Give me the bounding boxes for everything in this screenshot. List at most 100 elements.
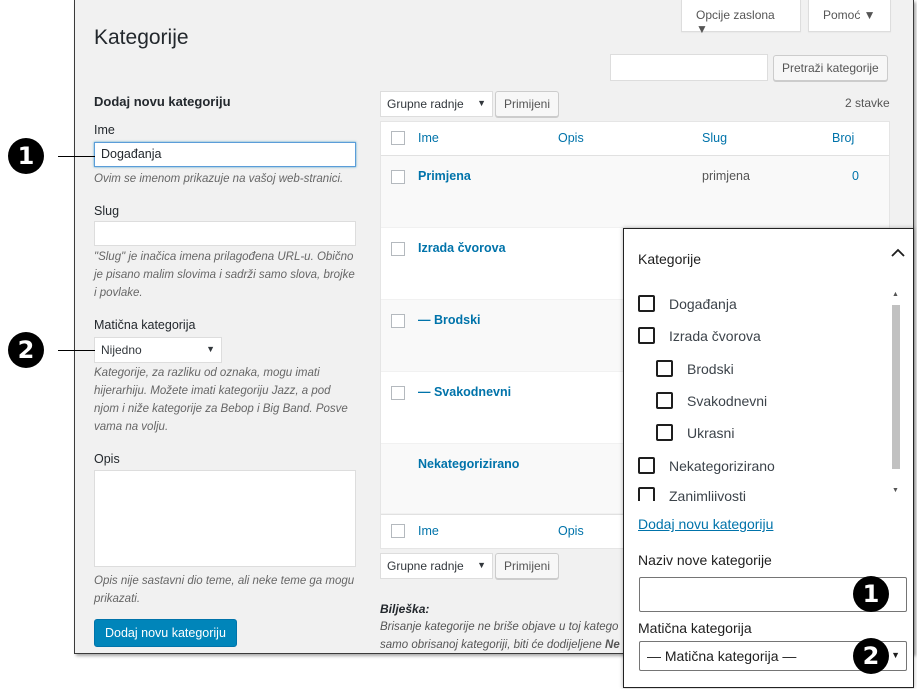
category-option[interactable]: Brodski [656,360,734,377]
page-title: Kategorije [94,26,189,49]
search-categories-button[interactable]: Pretraži kategorije [773,55,888,81]
category-option-label: Događanja [669,296,737,312]
table-header: Ime Opis Slug Broj [381,122,889,156]
select-all-checkbox[interactable] [391,131,405,145]
add-category-submit-button[interactable]: Dodaj novu kategoriju [94,619,237,647]
category-count-link[interactable]: 0 [852,169,859,183]
note-title: Bilješka: [380,602,430,616]
category-option-label: Ukrasni [687,425,735,441]
column-name[interactable]: Ime [418,131,439,145]
dropdown-arrow-icon: ▼ [891,650,900,660]
panel-parent-label: Matična kategorija [638,620,752,636]
annotation-leader-line [58,156,95,157]
column-slug[interactable]: Slug [702,131,727,145]
parent-description-3: njom i niže kategorije za Bebop i Big Ba… [94,403,348,415]
checklist-scrollbar[interactable]: ▲ ▼ [890,291,902,499]
category-checkbox[interactable] [638,457,655,474]
bulk-actions-select[interactable]: Grupne radnje ▼ [380,91,493,117]
slug-field[interactable] [94,221,356,246]
category-option[interactable]: Ukrasni [656,424,734,441]
slug-description-3: i povlake. [94,287,143,299]
category-name-link[interactable]: Izrada čvorova [418,241,506,255]
category-name-link[interactable]: — Svakodnevni [418,385,511,399]
column-count[interactable]: Broj [832,131,854,145]
slug-description-2: je pisano malim slovima i sadrži samo sl… [94,269,355,281]
category-option-label: Brodski [687,361,734,377]
name-label: Ime [94,123,115,137]
screen-options-button[interactable]: Opcije zaslona ▼ [681,0,801,36]
bulk-actions-value: Grupne radnje [387,97,464,111]
apply-button-bottom[interactable]: Primijeni [495,553,560,579]
row-checkbox[interactable] [391,314,405,328]
note-line-2-bold: Ne [605,639,620,651]
category-option[interactable]: Događanja [638,295,737,312]
column-name[interactable]: Ime [418,524,439,538]
panel-parent-value: — Matična kategorija — [647,648,797,664]
panel-title: Kategorije [638,251,702,267]
select-all-checkbox[interactable] [391,524,405,538]
note-line-2: samo obrisanoj kategoriji, biti će dodij… [380,639,620,651]
parent-description-4: vama na volju. [94,421,169,433]
category-checkbox[interactable] [656,360,673,377]
category-option-label: Svakodnevni [687,393,768,409]
category-option-label: Izrada čvorova [669,328,761,344]
note-line-1: Brisanje kategorije ne briše objave u to… [380,621,619,633]
category-option[interactable]: Izrada čvorova [638,327,761,344]
add-category-heading: Dodaj novu kategoriju [94,94,231,109]
parent-description-1: Kategorije, za razliku od oznaka, mogu i… [94,367,320,379]
category-name-link[interactable]: Nekategorizirano [418,457,519,471]
category-option-label: Zanimljivosti [669,488,747,501]
help-button[interactable]: Pomoć ▼ [808,0,891,32]
category-option[interactable]: Svakodnevni [656,392,767,409]
new-category-name-label: Naziv nove kategorije [638,552,772,568]
bulk-actions-select-bottom[interactable]: Grupne radnje ▼ [380,553,493,579]
slug-label: Slug [94,204,120,218]
category-checkbox[interactable] [656,392,673,409]
item-count: 2 stavke [845,96,890,110]
bulk-actions-value: Grupne radnje [387,559,464,573]
row-checkbox[interactable] [391,386,405,400]
column-description[interactable]: Opis [558,524,584,538]
category-slug: primjena [702,169,750,183]
name-field[interactable]: Događanja [94,142,356,167]
categories-panel: Kategorije Događanja Izrada čvorova Brod… [623,228,914,688]
category-checkbox[interactable] [656,424,673,441]
note-line-2-text: samo obrisanoj kategoriji, biti će dodij… [380,639,606,651]
category-checkbox[interactable] [638,487,655,501]
parent-select[interactable]: Nijedno ▼ [94,337,222,363]
dropdown-arrow-icon: ▼ [477,560,486,570]
description-help-1: Opis nije sastavni dio teme, ali neke te… [94,575,355,587]
column-description[interactable]: Opis [558,131,584,145]
parent-select-value: Nijedno [101,343,142,357]
description-textarea[interactable] [94,470,356,567]
table-row: Primjena primjena 0 [381,156,889,228]
chevron-up-icon[interactable] [891,245,905,263]
scrollbar-thumb[interactable] [892,305,900,469]
search-input[interactable] [610,54,768,81]
description-help-2: prikazati. [94,593,141,605]
category-checklist: Događanja Izrada čvorova Brodski Svakodn… [624,287,899,501]
add-new-category-link[interactable]: Dodaj novu kategoriju [638,516,773,532]
annotation-marker-1: 1 [853,576,889,612]
category-option[interactable]: Zanimljivosti [638,487,746,501]
annotation-marker-1: 1 [8,138,44,174]
category-name-link[interactable]: — Brodski [418,313,481,327]
annotation-marker-2: 2 [853,638,889,674]
scroll-down-arrow-icon[interactable]: ▼ [892,487,899,494]
row-checkbox[interactable] [391,170,405,184]
annotation-marker-2: 2 [8,332,44,368]
parent-description-2: hijerarhiju. Možete imati kategoriju Jaz… [94,385,331,397]
row-checkbox[interactable] [391,242,405,256]
dropdown-arrow-icon: ▼ [477,98,486,108]
scroll-up-arrow-icon[interactable]: ▲ [892,291,899,298]
annotation-leader-line [58,350,95,351]
description-label: Opis [94,452,120,466]
slug-description-1: "Slug" je inačica imena prilagođena URL-… [94,251,354,263]
category-checkbox[interactable] [638,295,655,312]
category-option[interactable]: Nekategorizirano [638,457,775,474]
category-checkbox[interactable] [638,327,655,344]
name-description: Ovim se imenom prikazuje na vašoj web-st… [94,173,344,185]
apply-button[interactable]: Primijeni [495,91,560,117]
category-name-link[interactable]: Primjena [418,169,471,183]
category-option-label: Nekategorizirano [669,458,775,474]
